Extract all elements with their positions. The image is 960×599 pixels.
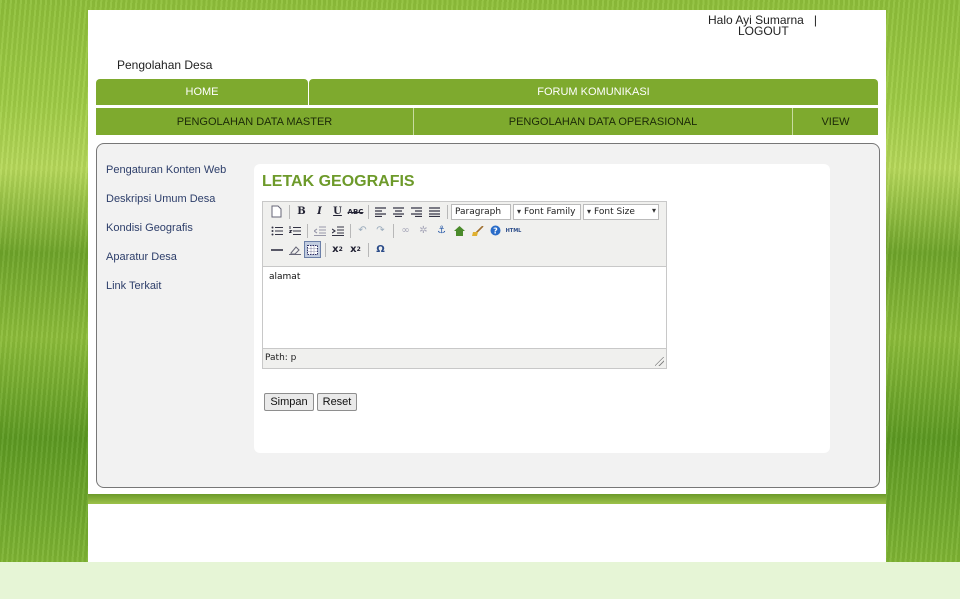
toolbar-separator (307, 223, 308, 238)
align-left-icon[interactable] (372, 203, 389, 220)
nav-tab-forum[interactable]: FORUM KOMUNIKASI (309, 79, 878, 105)
toolbar-separator (368, 204, 369, 219)
font-size-select-value: Font Size (594, 206, 635, 217)
unlink-icon[interactable]: ✲ (415, 222, 432, 239)
background-strip (0, 562, 960, 599)
save-button[interactable]: Simpan (264, 393, 314, 411)
bold-icon[interactable]: B (293, 203, 310, 220)
visual-aid-icon[interactable] (304, 241, 321, 258)
editor-toolbar-row-1: B I U ABC Paragraph ▾ Font Family ▾ Font S… (263, 202, 666, 221)
sidebar-item-aparatur-desa[interactable]: Aparatur Desa (106, 250, 246, 279)
font-family-select[interactable]: ▾ Font Family (513, 203, 581, 220)
font-family-select-value: Font Family (524, 206, 576, 217)
underline-icon[interactable]: U (329, 203, 346, 220)
align-center-icon[interactable] (390, 203, 407, 220)
horizontal-rule-icon[interactable] (268, 241, 285, 258)
footer (88, 504, 886, 562)
toolbar-separator (350, 223, 351, 238)
remove-format-icon[interactable] (286, 241, 303, 258)
html-source-icon[interactable]: HTML (505, 222, 522, 239)
greeting-separator: | (813, 13, 817, 27)
user-greeting: Halo Ayi Sumarna | LOGOUT (708, 13, 848, 37)
sidebar-item-kondisi-geografis[interactable]: Kondisi Geografis (106, 221, 246, 250)
editor-status-bar: Path: p (263, 350, 666, 368)
sidebar-item-link-terkait[interactable]: Link Terkait (106, 279, 246, 308)
sidebar-item-pengaturan-konten-web[interactable]: Pengaturan Konten Web (106, 163, 246, 192)
toolbar-separator (368, 242, 369, 257)
nav-tab-data-operasional[interactable]: PENGOLAHAN DATA OPERASIONAL (414, 108, 793, 135)
superscript-icon[interactable]: x2 (347, 241, 364, 258)
anchor-icon[interactable]: ⚓ (433, 222, 450, 239)
chevron-down-icon: ▾ (587, 207, 592, 216)
align-right-icon[interactable] (408, 203, 425, 220)
editor-path: Path: p (265, 353, 297, 363)
align-justify-icon[interactable] (426, 203, 443, 220)
indent-icon[interactable] (329, 222, 346, 239)
nav-tab-home[interactable]: HOME (96, 79, 308, 105)
numbered-list-icon[interactable] (286, 222, 303, 239)
redo-icon[interactable]: ↷ (372, 222, 389, 239)
help-icon[interactable]: ? (487, 222, 504, 239)
new-document-icon[interactable] (268, 203, 285, 220)
footer-band (88, 494, 886, 504)
font-size-select[interactable]: ▾ Font Size ▾ (583, 203, 659, 220)
toolbar-separator (325, 242, 326, 257)
sidebar-item-deskripsi-umum-desa[interactable]: Deskripsi Umum Desa (106, 192, 246, 221)
nav-tab-view[interactable]: VIEW (793, 108, 878, 135)
editor-toolbar-row-3: x2 x2 Ω (263, 240, 666, 259)
undo-icon[interactable]: ↶ (354, 222, 371, 239)
special-character-icon[interactable]: Ω (372, 241, 389, 258)
chevron-down-icon: ▾ (651, 205, 656, 215)
editor-content-text: alamat (269, 272, 301, 282)
italic-icon[interactable]: I (311, 203, 328, 220)
nav-tab-data-master[interactable]: PENGOLAHAN DATA MASTER (96, 108, 414, 135)
svg-text:?: ? (493, 227, 498, 236)
format-select[interactable]: Paragraph (451, 203, 511, 220)
toolbar-separator (447, 204, 448, 219)
page-title: LETAK GEOGRAFIS (262, 173, 415, 190)
primary-nav: HOME FORUM KOMUNIKASI (96, 79, 878, 105)
format-select-value: Paragraph (455, 206, 502, 217)
strikethrough-icon[interactable]: ABC (347, 203, 364, 220)
subscript-icon[interactable]: x2 (329, 241, 346, 258)
toolbar-separator (393, 223, 394, 238)
rich-text-editor: B I U ABC Paragraph ▾ Font Family ▾ Font S… (262, 201, 667, 369)
editor-toolbar-row-2: ↶ ↷ ∞ ✲ ⚓ ? HTML (263, 221, 666, 240)
resize-handle-icon[interactable] (655, 357, 664, 366)
secondary-nav: PENGOLAHAN DATA MASTER PENGOLAHAN DATA O… (96, 108, 878, 135)
editor-content-area[interactable]: alamat (263, 266, 666, 349)
site-title: Pengolahan Desa (117, 58, 213, 72)
link-icon[interactable]: ∞ (397, 222, 414, 239)
toolbar-separator (289, 204, 290, 219)
cleanup-icon[interactable] (469, 222, 486, 239)
image-icon[interactable] (451, 222, 468, 239)
outdent-icon[interactable] (311, 222, 328, 239)
logout-link[interactable]: LOGOUT (708, 25, 848, 37)
sidebar-menu: Pengaturan Konten Web Deskripsi Umum Des… (106, 163, 246, 308)
reset-button[interactable]: Reset (317, 393, 357, 411)
bullet-list-icon[interactable] (268, 222, 285, 239)
chevron-down-icon: ▾ (517, 207, 522, 216)
